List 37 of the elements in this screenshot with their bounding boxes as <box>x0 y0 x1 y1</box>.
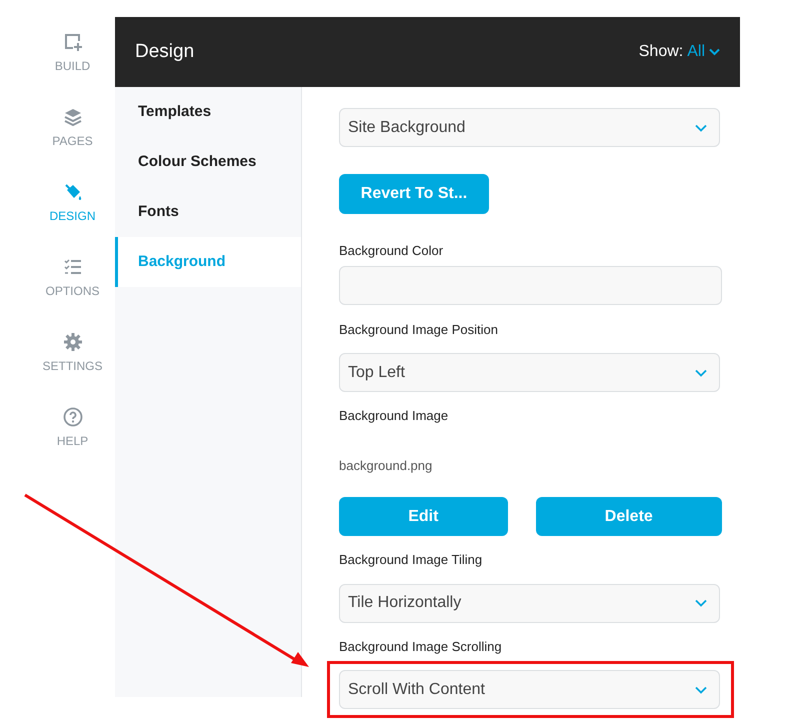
paint-bucket-icon <box>62 182 82 202</box>
text-input[interactable] <box>339 266 722 304</box>
nav-item[interactable]: OPTIONS <box>30 257 115 332</box>
chevron-down-icon <box>695 686 707 694</box>
chevron-down-icon <box>709 48 720 56</box>
revert-button[interactable]: Revert To St... <box>339 174 489 214</box>
menu-item[interactable]: Fonts <box>115 187 301 237</box>
nav-item[interactable]: DESIGN <box>30 182 115 257</box>
panel-title: Design <box>135 40 194 64</box>
nav-item[interactable]: SETTINGS <box>30 332 115 407</box>
checklist-icon <box>62 257 82 277</box>
chevron-down-icon <box>695 124 707 132</box>
square-plus-icon <box>62 32 82 52</box>
help-icon <box>62 407 82 427</box>
select-dropdown[interactable]: Top Left <box>339 353 720 392</box>
settings-icon <box>62 332 82 352</box>
menu-item[interactable]: Templates <box>115 87 301 137</box>
action-button[interactable]: Edit <box>339 497 508 536</box>
field-label: Background Image Scrolling <box>339 638 503 656</box>
nav-item[interactable]: HELP <box>30 407 115 482</box>
select-dropdown[interactable]: Site Background <box>339 108 720 147</box>
nav-item[interactable]: PAGES <box>30 107 115 182</box>
show-filter-dropdown[interactable]: Show: All <box>638 40 720 64</box>
field-label: Background Image Tiling <box>339 551 484 569</box>
file-name: background.png <box>339 456 434 475</box>
menu-item[interactable]: Background <box>115 237 301 287</box>
menu-item[interactable]: Colour Schemes <box>115 137 301 187</box>
chevron-down-icon <box>695 599 707 607</box>
layers-icon <box>62 107 82 127</box>
select-dropdown[interactable]: Tile Horizontally <box>339 584 720 622</box>
field-label: Background Image <box>339 407 450 425</box>
select-dropdown[interactable]: Scroll With Content <box>339 670 720 709</box>
action-button[interactable]: Delete <box>536 497 722 536</box>
chevron-down-icon <box>695 368 707 376</box>
field-label: Background Color <box>339 242 444 260</box>
field-label: Background Image Position <box>339 320 499 339</box>
nav-item[interactable]: BUILD <box>30 32 115 107</box>
